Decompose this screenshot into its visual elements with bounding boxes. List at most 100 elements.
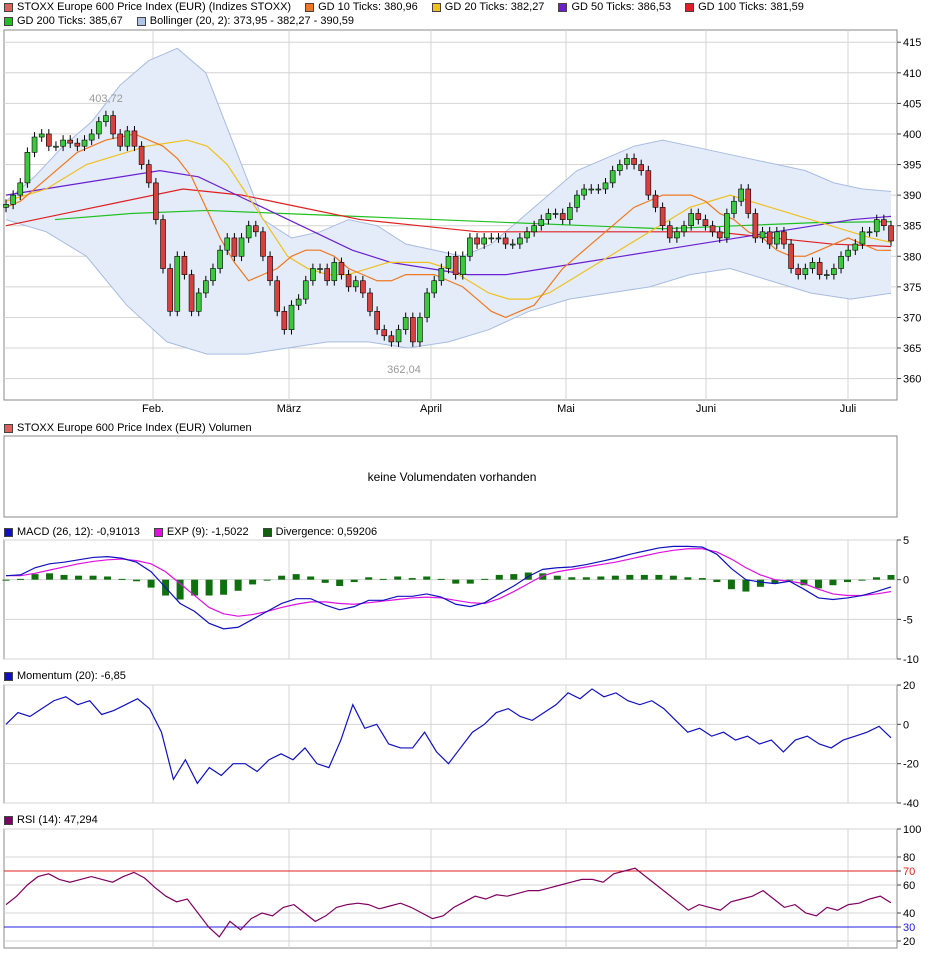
price-panel: 360 365 370 375 380 385 390 395 400 405 410 415 403,… — [3, 29, 921, 415]
x-tick-label: Juni — [696, 403, 716, 415]
divergence-bar — [669, 575, 677, 580]
candle — [360, 280, 366, 294]
divergence-bar — [684, 577, 692, 580]
candle — [138, 145, 145, 165]
candle — [24, 152, 31, 184]
candle — [616, 164, 623, 171]
divergence-bar — [2, 579, 10, 581]
candle — [559, 213, 566, 220]
divergence-bar — [814, 579, 822, 589]
divergence-bar — [220, 579, 228, 595]
candle — [452, 255, 459, 275]
candle — [74, 142, 81, 147]
divergence-bar — [466, 579, 474, 584]
candle — [645, 170, 652, 196]
candle — [731, 200, 737, 214]
candle — [395, 329, 402, 343]
candle — [60, 139, 66, 147]
momentum-panel: 20 0 -20 -40 — [3, 680, 919, 810]
y-tick-label: 70 — [903, 866, 915, 878]
candle — [674, 231, 680, 239]
candle — [145, 164, 152, 184]
candle — [695, 213, 702, 220]
divergence-bar — [249, 579, 257, 585]
divergence-bar — [727, 579, 735, 590]
candle — [381, 329, 388, 337]
divergence-bar — [31, 574, 39, 580]
divergence-bar — [655, 574, 663, 580]
candle — [417, 317, 423, 343]
candle — [624, 158, 630, 165]
candle — [502, 237, 509, 245]
divergence-bar — [887, 574, 895, 580]
divergence-bar — [423, 576, 431, 580]
divergence-bar — [756, 579, 764, 587]
high-annotation: 403,72 — [89, 93, 123, 105]
y-tick-label: 385 — [903, 221, 921, 233]
x-tick-label: März — [277, 403, 301, 415]
divergence-bar — [698, 578, 706, 580]
candle — [210, 268, 216, 282]
candle — [438, 268, 445, 282]
divergence-bar — [89, 575, 97, 580]
divergence-bar — [742, 579, 750, 592]
candle — [495, 237, 502, 240]
candle — [659, 207, 666, 227]
candle — [224, 237, 231, 251]
y-tick-label: 20 — [903, 936, 915, 948]
candle — [231, 237, 238, 257]
candle — [53, 145, 59, 148]
candle — [38, 133, 45, 138]
candle — [631, 158, 637, 165]
y-tick-label: 30 — [903, 922, 915, 934]
candle — [845, 249, 851, 257]
divergence-bar — [17, 578, 25, 580]
candle — [267, 255, 273, 282]
y-tick-label: 390 — [903, 190, 921, 202]
candle — [866, 231, 873, 234]
candle — [688, 213, 694, 227]
divergence-bar — [133, 579, 141, 582]
candle — [124, 130, 131, 147]
volume-message: keine Volumendaten vorhanden — [368, 470, 537, 484]
candle — [666, 225, 673, 239]
candle — [117, 133, 123, 147]
candle — [552, 213, 559, 215]
divergence-bar — [278, 575, 286, 580]
candle — [217, 249, 223, 269]
candle — [388, 335, 395, 343]
divergence-bar — [147, 579, 155, 588]
candle — [345, 274, 352, 288]
candle — [338, 262, 345, 275]
candle — [3, 203, 9, 208]
candle — [131, 130, 138, 147]
candle — [638, 164, 645, 171]
candle — [110, 115, 116, 135]
candle — [238, 237, 245, 257]
candle — [759, 231, 766, 239]
candle — [888, 225, 894, 242]
y-tick-label: 415 — [903, 37, 921, 49]
divergence-bar — [118, 578, 126, 580]
candle — [274, 280, 281, 312]
candle — [724, 213, 730, 239]
candle — [802, 268, 809, 275]
divergence-bar — [582, 577, 590, 580]
y-tick-label: 410 — [903, 68, 921, 80]
x-tick-label: Juli — [840, 403, 857, 415]
divergence-bar — [307, 576, 315, 580]
candle — [331, 262, 338, 282]
candle — [531, 225, 537, 233]
candle — [852, 243, 859, 251]
y-tick-label: 80 — [903, 852, 915, 864]
candle — [781, 231, 787, 245]
candle — [424, 292, 430, 318]
candle — [459, 255, 466, 275]
candle — [181, 255, 188, 275]
volume-panel: keine Volumendaten vorhanden — [3, 435, 898, 518]
y-tick-label: 0 — [903, 575, 909, 587]
candle — [467, 237, 473, 257]
candle — [310, 268, 316, 282]
candle — [302, 280, 309, 300]
candle — [160, 219, 166, 269]
